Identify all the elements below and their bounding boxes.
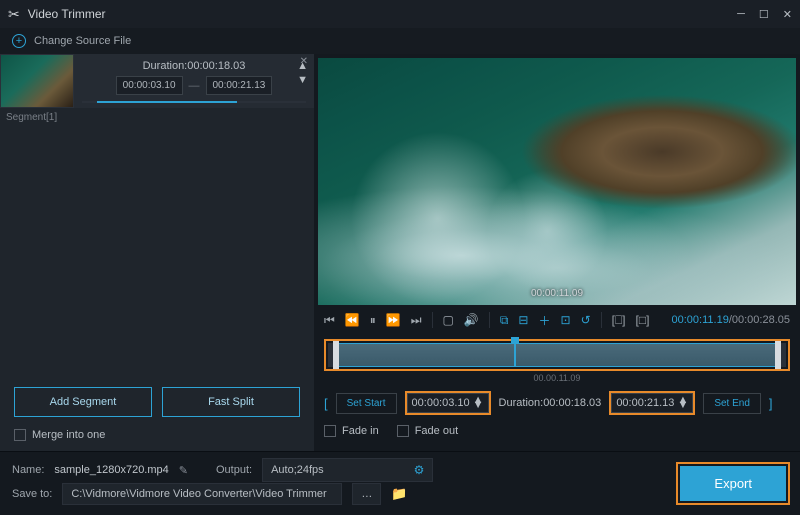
add-cut-icon[interactable]: ＋	[538, 312, 550, 329]
bottom-bar: Name: sample_1280x720.mp4 ✎ Output: Auto…	[0, 451, 800, 515]
gear-icon[interactable]: ⚙	[414, 463, 425, 477]
plus-icon[interactable]: +	[12, 34, 26, 48]
duration-value: 00:00:18.03	[187, 60, 245, 72]
start-time-highlight: 00:00:03.10 ▲▼	[405, 391, 491, 415]
total-time: 00:00:28.05	[732, 314, 790, 326]
fade-in-checkbox[interactable]: Fade in	[324, 425, 379, 437]
copy-segment-icon[interactable]: ⧉	[500, 313, 509, 328]
step-forward-icon[interactable]: ⏩	[386, 313, 401, 327]
end-time-highlight: 00:00:21.13 ▲▼	[609, 391, 695, 415]
checkbox-box[interactable]	[14, 429, 26, 441]
chevron-up-icon[interactable]: ▲	[297, 60, 308, 72]
window-title: Video Trimmer	[28, 7, 106, 21]
spin-down-icon[interactable]: ▼	[473, 403, 484, 408]
segment-info: ✕ Duration:00:00:18.03 00:00:03.10 — 00:…	[74, 54, 314, 108]
merge-checkbox[interactable]: Merge into one	[14, 429, 300, 441]
edit-name-icon[interactable]: ✎	[179, 464, 188, 477]
save-label: Save to:	[12, 488, 52, 500]
play-pause-icon[interactable]: ⏸	[370, 313, 376, 328]
chevron-down-icon[interactable]: ▼	[297, 74, 308, 86]
close-button[interactable]: ✕	[783, 8, 792, 21]
timeline-handle-left[interactable]	[333, 341, 339, 369]
fast-split-button[interactable]: Fast Split	[162, 387, 300, 417]
player-controls: ⏮ ⏪ ⏸ ⏩ ⏭ ▢ 🔊 ⧉ ⊟ ＋ ⊡ ↺ [⎕] [□]	[314, 305, 800, 335]
fade-out-label: Fade out	[415, 425, 458, 437]
name-label: Name:	[12, 464, 44, 476]
output-label: Output:	[216, 464, 252, 476]
checkbox-box[interactable]	[397, 425, 409, 437]
playhead[interactable]	[511, 337, 519, 343]
set-end-button[interactable]: Set End	[703, 393, 761, 414]
editor-pane: 00:00:11.09 ⏮ ⏪ ⏸ ⏩ ⏭ ▢ 🔊 ⧉ ⊟ ＋ ⊡ ↺	[314, 54, 800, 451]
export-button[interactable]: Export	[680, 466, 786, 501]
name-value: sample_1280x720.mp4	[54, 464, 168, 476]
start-time-input[interactable]: 00:00:03.10 ▲▼	[407, 393, 489, 413]
output-value: Auto;24fps	[271, 464, 324, 476]
range-dash: —	[189, 80, 200, 92]
change-source-link[interactable]: Change Source File	[34, 35, 131, 47]
current-time: 00:00:11.19	[672, 314, 729, 326]
trim-duration-value: 00:00:18.03	[543, 397, 601, 409]
sidebar: ✕ Duration:00:00:18.03 00:00:03.10 — 00:…	[0, 54, 314, 451]
bracket-out-icon[interactable]: [□]	[636, 313, 650, 327]
end-time-input[interactable]: 00:00:21.13 ▲▼	[611, 393, 693, 413]
set-start-button[interactable]: Set Start	[336, 393, 397, 414]
bracket-left-icon[interactable]: [	[324, 396, 328, 411]
video-preview[interactable]: 00:00:11.09	[318, 58, 796, 305]
timeline-selection[interactable]	[333, 343, 782, 367]
segment-label: Segment[1]	[0, 108, 314, 127]
fade-out-checkbox[interactable]: Fade out	[397, 425, 458, 437]
timeline-under-label: 00.00.11.09	[324, 373, 790, 383]
titlebar: ✂ Video Trimmer ─ ☐ ✕	[0, 0, 800, 28]
skip-end-icon[interactable]: ⏭	[411, 313, 422, 328]
scissors-icon: ✂	[8, 6, 20, 23]
toolbar: + Change Source File	[0, 28, 800, 54]
timeline-handle-right[interactable]	[775, 341, 781, 369]
bracket-in-icon[interactable]: [⎕]	[612, 313, 626, 328]
duration-label: Duration:	[143, 60, 188, 72]
maximize-button[interactable]: ☐	[759, 8, 769, 21]
snapshot-icon[interactable]: ▢	[443, 313, 454, 327]
output-select[interactable]: Auto;24fps ⚙	[262, 458, 433, 482]
merge-label: Merge into one	[32, 429, 105, 441]
cut-out-icon[interactable]: ⊡	[561, 313, 571, 327]
timeline-highlight	[324, 339, 790, 371]
spin-down-icon[interactable]: ▼	[677, 403, 688, 408]
fade-in-label: Fade in	[342, 425, 379, 437]
bracket-right-icon[interactable]: ]	[769, 396, 773, 411]
segment-start-input[interactable]: 00:00:03.10	[116, 76, 183, 95]
step-back-icon[interactable]: ⏪	[345, 313, 360, 327]
export-highlight: Export	[676, 462, 790, 505]
browse-button[interactable]: …	[352, 483, 381, 505]
skip-start-icon[interactable]: ⏮	[324, 313, 335, 328]
timeline[interactable]	[328, 343, 786, 367]
minimize-button[interactable]: ─	[737, 8, 745, 21]
segment-thumbnail[interactable]	[0, 54, 74, 108]
segment-end-input[interactable]: 00:00:21.13	[206, 76, 273, 95]
segment-row[interactable]: ✕ Duration:00:00:18.03 00:00:03.10 — 00:…	[0, 54, 314, 108]
save-path-box[interactable]: C:\Vidmore\Vidmore Video Converter\Video…	[62, 483, 342, 505]
open-folder-icon[interactable]: 📁	[391, 486, 407, 502]
add-segment-button[interactable]: Add Segment	[14, 387, 152, 417]
segment-progress	[82, 101, 306, 103]
delete-segment-icon[interactable]: ⊟	[518, 313, 528, 327]
trim-duration-label: Duration:	[499, 397, 544, 409]
reset-icon[interactable]: ↺	[581, 313, 591, 327]
checkbox-box[interactable]	[324, 425, 336, 437]
volume-icon[interactable]: 🔊	[464, 313, 479, 327]
preview-time-overlay: 00:00:11.09	[531, 288, 583, 299]
